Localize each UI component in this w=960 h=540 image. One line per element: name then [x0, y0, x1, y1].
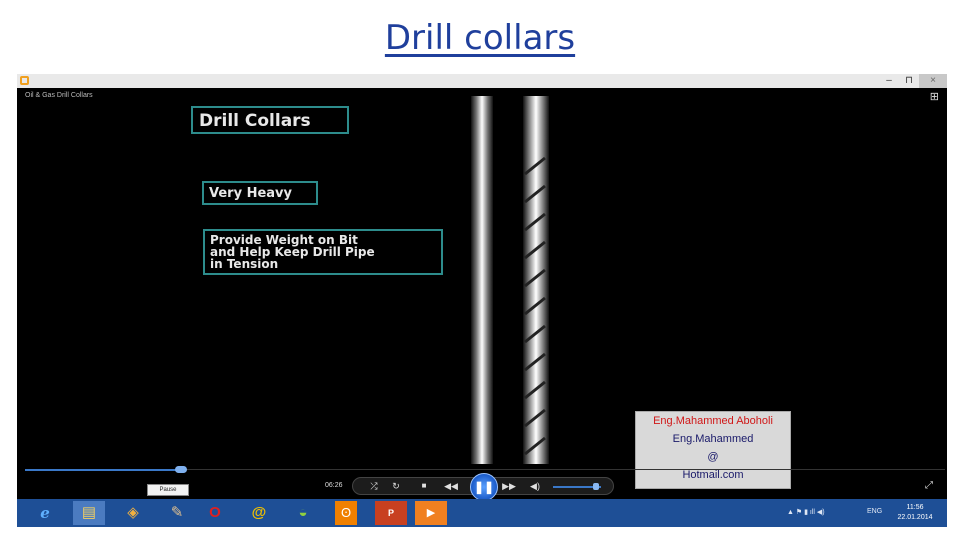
collar-spiral-grooves: [524, 156, 546, 456]
odnoklassniki-icon[interactable]: ʘ: [335, 501, 357, 525]
clock-time: 11:56: [906, 504, 924, 511]
media-player-window: – ⊓ × Oil & Gas Drill Collars ⊞ Drill Co…: [17, 74, 947, 501]
language-indicator[interactable]: ENG: [867, 508, 882, 515]
windows-taskbar: e ▤ ◈ ✎ O @ ◒ ʘ P ▶ ▲ ⚑ ▮ ıll ◀) ENG 11:…: [17, 499, 947, 527]
next-button[interactable]: ▶▶: [501, 478, 517, 494]
powerpoint-icon[interactable]: P: [375, 501, 407, 525]
author-credits: Eng.Mahammed Aboholi Eng.Mahammed @ Hotm…: [635, 411, 791, 489]
clock-date: 22.01.2014: [897, 514, 933, 521]
drill-collar-illustration: [523, 96, 549, 464]
slide-title: Drill collars: [384, 18, 576, 58]
shuffle-icon[interactable]: ⤮: [367, 478, 381, 494]
media-player-icon[interactable]: ▶: [415, 501, 447, 525]
window-titlebar[interactable]: – ⊓ ×: [17, 74, 947, 88]
playback-controls: ⤮ ↻ ■ ◀◀ ❚❚ ▶▶ ◀): [352, 473, 614, 501]
video-point-weight: Provide Weight on Bit and Help Keep Dril…: [203, 229, 443, 275]
volume-thumb[interactable]: [593, 483, 599, 490]
stop-button[interactable]: ■: [417, 478, 431, 494]
close-button[interactable]: ×: [919, 74, 947, 88]
media-title: Oil & Gas Drill Collars: [25, 92, 93, 99]
media-player-app-icon: [20, 76, 29, 85]
mail-icon[interactable]: @: [243, 501, 275, 525]
seek-thumb[interactable]: [175, 466, 187, 473]
internet-explorer-icon[interactable]: e: [29, 501, 61, 525]
file-explorer-icon[interactable]: ▤: [73, 501, 105, 525]
opera-icon[interactable]: O: [199, 501, 231, 525]
pause-button[interactable]: ❚❚: [470, 473, 498, 501]
minimize-button[interactable]: –: [879, 74, 899, 88]
system-tray-icons[interactable]: ▲ ⚑ ▮ ıll ◀): [787, 508, 825, 516]
maximize-button[interactable]: ⊓: [899, 74, 919, 88]
credit-line: @: [707, 451, 719, 463]
credit-line: Eng.Mahammed Aboholi: [653, 415, 773, 427]
app-3-icon[interactable]: ◈: [117, 501, 149, 525]
slide: Drill collars – ⊓ × Oil & Gas Drill Coll…: [0, 0, 960, 540]
taskbar-clock[interactable]: 11:56 22.01.2014: [893, 503, 937, 523]
seek-track[interactable]: [175, 469, 945, 470]
switch-view-icon[interactable]: ⊞: [930, 90, 939, 103]
video-point-heavy: Very Heavy: [202, 181, 318, 205]
previous-button[interactable]: ◀◀: [443, 478, 459, 494]
repeat-icon[interactable]: ↻: [389, 478, 403, 494]
seek-progress[interactable]: [25, 469, 181, 471]
credit-line: Eng.Mahammed: [672, 433, 754, 445]
drill-pipe-illustration: [471, 96, 493, 464]
video-heading: Drill Collars: [191, 106, 349, 134]
app-4-icon[interactable]: ✎: [161, 501, 193, 525]
elapsed-time: 06:26: [325, 482, 343, 489]
pause-tooltip: Pause: [147, 484, 189, 496]
video-point-weight-line: in Tension: [210, 257, 279, 271]
mute-icon[interactable]: ◀): [527, 478, 543, 494]
app-7-icon[interactable]: ◒: [287, 501, 319, 525]
fullscreen-icon[interactable]: ⤢: [925, 480, 933, 491]
